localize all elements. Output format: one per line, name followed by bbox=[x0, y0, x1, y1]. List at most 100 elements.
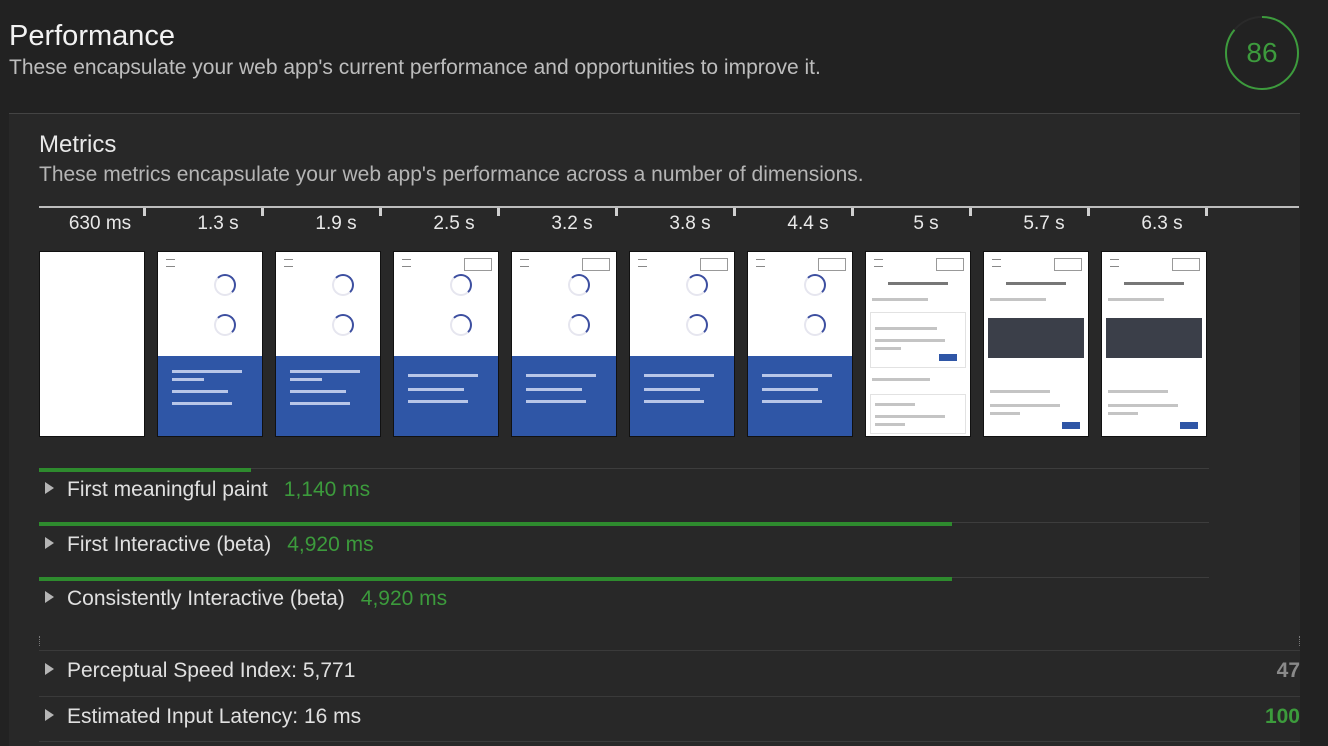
loading-spinner-icon bbox=[686, 314, 708, 336]
thumbnail-button bbox=[1180, 422, 1198, 429]
loading-spinner-icon bbox=[686, 274, 708, 296]
menu-icon bbox=[520, 259, 529, 267]
loading-spinner-icon bbox=[332, 274, 354, 296]
metric-value: 4,920 ms bbox=[287, 533, 374, 556]
timeline-tick bbox=[733, 208, 736, 216]
filmstrip-frame bbox=[865, 251, 971, 437]
page-footer-thumbnail bbox=[158, 356, 262, 436]
filmstrip-timestamp: 1.9 s bbox=[315, 213, 357, 234]
timeline-tick bbox=[1087, 208, 1090, 216]
event-image bbox=[1106, 318, 1202, 358]
metric-perceptual-speed-index[interactable]: Perceptual Speed Index: 5,771 47 bbox=[39, 659, 1300, 683]
timeline-tick bbox=[143, 208, 146, 216]
loading-spinner-icon bbox=[568, 274, 590, 296]
section-separator bbox=[39, 636, 1300, 646]
expand-arrow-icon[interactable] bbox=[45, 663, 54, 676]
menu-icon bbox=[1110, 259, 1119, 267]
filmstrip-frame bbox=[629, 251, 735, 437]
menu-icon bbox=[874, 259, 883, 267]
filmstrip-timestamp: 5.7 s bbox=[1023, 213, 1065, 234]
filmstrip-frame bbox=[1101, 251, 1207, 437]
timeline-tick bbox=[261, 208, 264, 216]
metric-first-meaningful-paint[interactable]: First meaningful paint 1,140 ms bbox=[39, 478, 370, 502]
performance-header: Performance These encapsulate your web a… bbox=[9, 18, 821, 82]
performance-score: 86 bbox=[1246, 37, 1278, 68]
thumbnail-button bbox=[1172, 258, 1200, 271]
timeline-tick bbox=[615, 208, 618, 216]
expand-arrow-icon[interactable] bbox=[45, 591, 54, 604]
page-footer-thumbnail bbox=[630, 356, 734, 436]
filmstrip-timestamp: 5 s bbox=[913, 213, 939, 234]
thumbnail-button bbox=[818, 258, 846, 271]
thumbnail-button bbox=[464, 258, 492, 271]
page-footer-thumbnail bbox=[394, 356, 498, 436]
filmstrip-frame bbox=[511, 251, 617, 437]
section-title: Performance bbox=[9, 20, 176, 52]
metric-consistently-interactive[interactable]: Consistently Interactive (beta) 4,920 ms bbox=[39, 587, 447, 611]
menu-icon bbox=[284, 259, 293, 267]
metric-label: First Interactive (beta) bbox=[67, 533, 272, 556]
divider bbox=[39, 696, 1300, 697]
filmstrip-frame bbox=[747, 251, 853, 437]
loading-spinner-icon bbox=[214, 274, 236, 296]
metric-progress-bar bbox=[39, 468, 251, 472]
filmstrip-timeline bbox=[39, 206, 1299, 208]
metric-score: 100 bbox=[1264, 705, 1300, 728]
timeline-tick bbox=[379, 208, 382, 216]
metric-label: Perceptual Speed Index: 5,771 bbox=[67, 659, 356, 682]
section-description: These encapsulate your web app's current… bbox=[9, 56, 821, 79]
loading-spinner-icon bbox=[332, 314, 354, 336]
metric-first-interactive[interactable]: First Interactive (beta) 4,920 ms bbox=[39, 533, 374, 557]
filmstrip-frame bbox=[393, 251, 499, 437]
divider bbox=[39, 650, 1300, 651]
filmstrip-frame bbox=[983, 251, 1089, 437]
filmstrip-timestamp: 630 ms bbox=[68, 213, 132, 234]
thumbnail-button bbox=[1062, 422, 1080, 429]
thumbnail-button bbox=[700, 258, 728, 271]
menu-icon bbox=[402, 259, 411, 267]
timeline-tick bbox=[851, 208, 854, 216]
loading-spinner-icon bbox=[568, 314, 590, 336]
thumbnail-button bbox=[582, 258, 610, 271]
expand-arrow-icon[interactable] bbox=[45, 482, 54, 495]
filmstrip-timestamp: 3.2 s bbox=[551, 213, 593, 234]
filmstrip-frame bbox=[275, 251, 381, 437]
loading-spinner-icon bbox=[450, 314, 472, 336]
filmstrip-timestamp: 2.5 s bbox=[433, 213, 475, 234]
event-card-thumbnail bbox=[870, 312, 966, 368]
loading-spinner-icon bbox=[214, 314, 236, 336]
metrics-description: These metrics encapsulate your web app's… bbox=[39, 163, 864, 186]
page-footer-thumbnail bbox=[748, 356, 852, 436]
page-footer-thumbnail bbox=[276, 356, 380, 436]
loading-spinner-icon bbox=[804, 274, 826, 296]
timeline-tick bbox=[1205, 208, 1208, 216]
metric-estimated-input-latency[interactable]: Estimated Input Latency: 16 ms 100 bbox=[39, 705, 1300, 729]
filmstrip-timestamp: 4.4 s bbox=[787, 213, 829, 234]
metric-score: 47 bbox=[1276, 659, 1300, 682]
loading-spinner-icon bbox=[804, 314, 826, 336]
expand-arrow-icon[interactable] bbox=[45, 709, 54, 722]
metric-label: First meaningful paint bbox=[67, 478, 268, 501]
menu-icon bbox=[756, 259, 765, 267]
menu-icon bbox=[992, 259, 1001, 267]
loading-spinner-icon bbox=[450, 274, 472, 296]
menu-icon bbox=[638, 259, 647, 267]
page-footer-thumbnail bbox=[512, 356, 616, 436]
thumbnail-button bbox=[1054, 258, 1082, 271]
metric-label: Consistently Interactive (beta) bbox=[67, 587, 345, 610]
metric-value: 4,920 ms bbox=[360, 587, 448, 610]
metric-progress-bar bbox=[39, 522, 952, 526]
metric-progress-bar bbox=[39, 577, 952, 581]
filmstrip-frame bbox=[157, 251, 263, 437]
metric-value: 1,140 ms bbox=[283, 478, 371, 501]
event-image bbox=[988, 318, 1084, 358]
event-card-thumbnail bbox=[870, 394, 966, 434]
menu-icon bbox=[166, 259, 175, 267]
filmstrip-timestamp: 6.3 s bbox=[1141, 213, 1183, 234]
metrics-title: Metrics bbox=[39, 131, 117, 158]
divider bbox=[39, 741, 1300, 742]
expand-arrow-icon[interactable] bbox=[45, 537, 54, 550]
thumbnail-button bbox=[936, 258, 964, 271]
filmstrip-timestamp: 1.3 s bbox=[197, 213, 239, 234]
timeline-tick bbox=[969, 208, 972, 216]
